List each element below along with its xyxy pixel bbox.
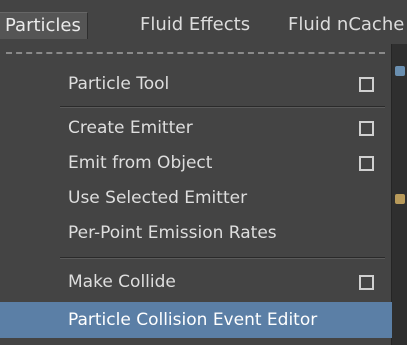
particles-dropdown-menu: Particle Tool Create Emitter Emit from O… bbox=[0, 44, 392, 345]
menu-item-make-collide[interactable]: Make Collide bbox=[0, 266, 392, 298]
option-box-icon[interactable] bbox=[359, 275, 374, 290]
menu-item-create-emitter[interactable]: Create Emitter bbox=[0, 112, 392, 144]
background-panel bbox=[391, 44, 407, 345]
tear-off-handle[interactable] bbox=[6, 52, 385, 54]
menu-item-emit-from-object[interactable]: Emit from Object bbox=[0, 147, 392, 179]
maya-window: Particles Fluid Effects Fluid nCache Par… bbox=[0, 0, 407, 345]
menu-item-particle-collision-event-editor[interactable]: Particle Collision Event Editor bbox=[0, 302, 392, 338]
menu-bar: Particles Fluid Effects Fluid nCache bbox=[0, 0, 407, 45]
option-box-icon[interactable] bbox=[359, 121, 374, 136]
menu-divider bbox=[60, 257, 385, 259]
menu-item-particle-tool[interactable]: Particle Tool bbox=[0, 68, 392, 100]
option-box-icon[interactable] bbox=[359, 156, 374, 171]
menu-divider bbox=[60, 106, 385, 108]
menu-item-label: Use Selected Emitter bbox=[68, 188, 248, 208]
menu-fluid-ncache[interactable]: Fluid nCache bbox=[282, 12, 407, 38]
menu-item-use-selected-emitter[interactable]: Use Selected Emitter bbox=[0, 182, 392, 214]
menu-item-per-point-emission-rates[interactable]: Per-Point Emission Rates bbox=[0, 217, 392, 249]
option-box-icon[interactable] bbox=[359, 77, 374, 92]
toolbar-icon bbox=[395, 66, 405, 76]
menu-item-label: Make Collide bbox=[68, 272, 176, 292]
menu-item-label: Per-Point Emission Rates bbox=[68, 223, 277, 243]
menu-particles[interactable]: Particles bbox=[0, 12, 88, 39]
menu-item-label: Particle Collision Event Editor bbox=[68, 310, 318, 330]
menu-fluid-effects[interactable]: Fluid Effects bbox=[134, 12, 256, 38]
menu-item-label: Particle Tool bbox=[68, 74, 170, 94]
menu-item-label: Emit from Object bbox=[68, 153, 213, 173]
toolbar-icon bbox=[395, 194, 405, 204]
menu-item-label: Create Emitter bbox=[68, 118, 193, 138]
